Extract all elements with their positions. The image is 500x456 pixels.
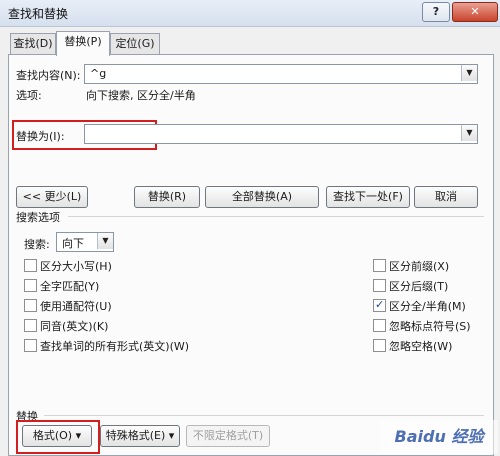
all-word-forms-checkbox[interactable] [24, 339, 37, 352]
search-options-label: 搜索选项 [16, 211, 60, 224]
find-next-button[interactable]: 查找下一处(F) [326, 186, 410, 208]
replace-with-combo[interactable]: ▼ [84, 124, 478, 144]
sounds-like-label: 同音(英文)(K) [40, 320, 109, 333]
chevron-down-icon[interactable]: ▼ [97, 233, 113, 249]
group-divider [68, 216, 484, 217]
title-bar[interactable]: 查找和替换 ? ✕ [0, 0, 500, 27]
help-button[interactable]: ? [422, 2, 450, 22]
tab-find[interactable]: 查找(D) [10, 33, 56, 54]
search-direction-select[interactable]: 向下 ▼ [56, 232, 114, 252]
format-button[interactable]: 格式(O) ▾ [22, 425, 92, 447]
tab-replace[interactable]: 替换(P) [56, 31, 110, 56]
options-label: 选项: [16, 89, 42, 102]
baidu-watermark-logo: Baidu 经验 [380, 420, 498, 454]
replace-with-label: 替换为(I): [16, 130, 65, 143]
match-width-checkbox[interactable] [373, 298, 386, 312]
window-title: 查找和替换 [8, 7, 69, 21]
no-formatting-button: 不限定格式(T) [186, 425, 270, 447]
wildcards-label: 使用通配符(U) [40, 300, 112, 313]
replace-panel [8, 54, 494, 456]
cancel-button[interactable]: 取消 [414, 186, 478, 208]
find-what-combo[interactable]: ^g ▼ [84, 64, 478, 84]
search-direction-value: 向下 [62, 237, 84, 250]
match-case-checkbox[interactable] [24, 259, 37, 272]
chevron-down-icon[interactable]: ▼ [461, 125, 477, 141]
find-replace-dialog: 查找和替换 ? ✕ 查找(D) 替换(P) 定位(G) 查找内容(N): ^g … [0, 0, 500, 456]
tab-goto[interactable]: 定位(G) [110, 33, 160, 54]
all-word-forms-label: 查找单词的所有形式(英文)(W) [40, 340, 190, 353]
ignore-punctuation-checkbox[interactable] [373, 319, 386, 332]
ignore-whitespace-checkbox[interactable] [373, 339, 386, 352]
wildcards-checkbox[interactable] [24, 299, 37, 312]
close-button[interactable]: ✕ [452, 2, 498, 22]
match-prefix-checkbox[interactable] [373, 259, 386, 272]
ignore-whitespace-label: 忽略空格(W) [389, 340, 453, 353]
ignore-punctuation-label: 忽略标点符号(S) [389, 320, 471, 333]
options-value: 向下搜索, 区分全/半角 [86, 89, 196, 102]
replace-all-button[interactable]: 全部替换(A) [205, 186, 319, 208]
whole-word-checkbox[interactable] [24, 279, 37, 292]
match-suffix-label: 区分后缀(T) [389, 280, 449, 293]
find-what-label: 查找内容(N): [16, 69, 81, 82]
search-direction-label: 搜索: [24, 238, 50, 251]
match-prefix-label: 区分前缀(X) [389, 260, 450, 273]
sounds-like-checkbox[interactable] [24, 319, 37, 332]
group-divider [44, 415, 484, 416]
less-button[interactable]: << 更少(L) [16, 186, 88, 208]
match-case-label: 区分大小写(H) [40, 260, 112, 273]
special-button[interactable]: 特殊格式(E) ▾ [100, 425, 180, 447]
match-width-label: 区分全/半角(M) [389, 300, 466, 313]
match-suffix-checkbox[interactable] [373, 279, 386, 292]
chevron-down-icon[interactable]: ▼ [461, 65, 477, 81]
replace-button[interactable]: 替换(R) [134, 186, 200, 208]
find-what-value: ^g [90, 67, 107, 80]
whole-word-label: 全字匹配(Y) [40, 280, 100, 293]
